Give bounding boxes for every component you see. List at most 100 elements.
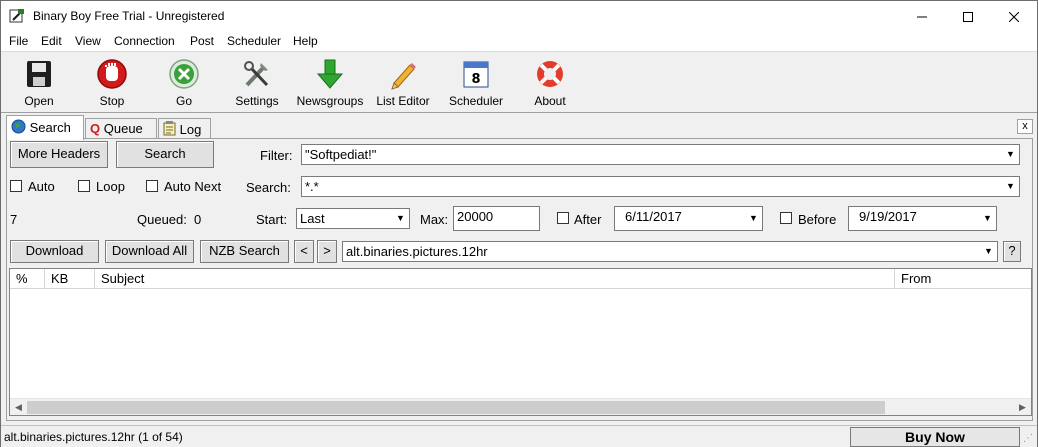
- download-arrow-icon: [316, 59, 344, 89]
- max-input[interactable]: 20000: [453, 206, 540, 231]
- globe-icon: [11, 119, 26, 134]
- calendar-date: 8: [471, 72, 480, 87]
- menu-edit[interactable]: Edit: [41, 34, 62, 48]
- floppy-disk-icon: [27, 61, 51, 87]
- go-label: Go: [175, 94, 192, 108]
- close-button[interactable]: [991, 1, 1037, 32]
- go-button[interactable]: Go: [167, 58, 201, 110]
- filter-combo[interactable]: "Softpediat!" ▼: [301, 144, 1020, 165]
- filter-label: Filter:: [260, 148, 293, 163]
- search-combo[interactable]: *.* ▼: [301, 176, 1020, 197]
- scroll-left-icon[interactable]: ◀: [10, 399, 27, 416]
- close-icon: [1009, 11, 1019, 22]
- search-label: Search:: [246, 180, 291, 195]
- after-date-picker[interactable]: 6/11/2017 ▼: [614, 206, 763, 231]
- scrollbar-thumb[interactable]: [27, 401, 885, 414]
- chevron-down-icon[interactable]: ▼: [979, 207, 996, 230]
- menu-scheduler[interactable]: Scheduler: [227, 34, 281, 48]
- stop-label: Stop: [99, 94, 125, 108]
- minimize-button[interactable]: [899, 1, 945, 32]
- results-grid[interactable]: % KB Subject From ◀ ▶: [9, 268, 1032, 416]
- menu-view[interactable]: View: [75, 34, 101, 48]
- status-text: alt.binaries.pictures.12hr (1 of 54): [4, 430, 183, 444]
- lifebuoy-icon: [537, 61, 563, 87]
- next-group-button[interactable]: >: [317, 240, 337, 263]
- column-kb[interactable]: KB: [45, 269, 95, 289]
- download-all-button[interactable]: Download All: [105, 240, 194, 263]
- tab-search[interactable]: Search: [6, 115, 84, 140]
- column-percent[interactable]: %: [10, 269, 45, 289]
- go-circle-icon: [169, 59, 199, 89]
- search-button[interactable]: Search: [116, 141, 214, 168]
- title-bar: Binary Boy Free Trial - Unregistered: [1, 1, 1037, 32]
- open-button[interactable]: Open: [18, 58, 60, 110]
- menu-help[interactable]: Help: [293, 34, 318, 48]
- max-label: Max:: [420, 212, 449, 227]
- calendar-icon: 8: [463, 61, 489, 88]
- horizontal-scrollbar[interactable]: ◀ ▶: [10, 398, 1031, 415]
- tab-search-label: Search: [29, 120, 71, 135]
- loop-label: Loop: [96, 179, 125, 194]
- newsgroup-value: alt.binaries.pictures.12hr: [346, 244, 488, 259]
- auto-label: Auto: [28, 179, 55, 194]
- nzb-search-button[interactable]: NZB Search: [200, 240, 289, 263]
- resize-grip-icon[interactable]: ⋰: [1023, 433, 1035, 445]
- newsgroups-button[interactable]: Newsgroups: [296, 58, 364, 110]
- open-label: Open: [24, 94, 54, 108]
- column-from[interactable]: From: [895, 269, 1031, 289]
- after-checkbox[interactable]: [557, 212, 569, 224]
- chevron-down-icon[interactable]: ▼: [1002, 177, 1019, 196]
- tab-strip: Search Q Queue Log x: [1, 115, 1037, 140]
- queued-value: 0: [194, 212, 202, 227]
- after-date-value: 6/11/2017: [625, 209, 682, 224]
- grid-header: % KB Subject From: [10, 269, 1031, 289]
- newsgroup-combo[interactable]: alt.binaries.pictures.12hr ▼: [342, 241, 998, 262]
- stop-button[interactable]: Stop: [92, 58, 132, 110]
- app-icon: [9, 9, 24, 23]
- toolbar: Open Stop Go Settings Newsgroups List Ed…: [1, 53, 1037, 113]
- buy-now-button[interactable]: Buy Now: [850, 427, 1020, 447]
- window-title: Binary Boy Free Trial - Unregistered: [33, 9, 225, 23]
- chevron-down-icon[interactable]: ▼: [745, 207, 762, 230]
- queue-icon: Q: [90, 121, 101, 136]
- maximize-icon: [963, 11, 973, 22]
- pencil-icon: [391, 63, 416, 90]
- tab-queue-label: Queue: [103, 121, 143, 136]
- scroll-right-icon[interactable]: ▶: [1014, 399, 1031, 416]
- settings-label: Settings: [235, 94, 279, 108]
- scheduler-button[interactable]: 8 Scheduler: [449, 58, 503, 110]
- before-checkbox[interactable]: [780, 212, 792, 224]
- auto-checkbox[interactable]: [10, 180, 22, 192]
- chevron-down-icon[interactable]: ▼: [392, 209, 409, 228]
- tab-log[interactable]: Log: [158, 118, 211, 139]
- list-editor-button[interactable]: List Editor: [375, 58, 431, 110]
- help-button[interactable]: ?: [1003, 241, 1021, 262]
- tab-queue[interactable]: Q Queue: [85, 118, 157, 139]
- about-button[interactable]: About: [530, 58, 570, 110]
- menu-bar: File Edit View Connection Post Scheduler…: [1, 32, 1037, 52]
- start-label: Start:: [256, 212, 288, 227]
- before-date-value: 9/19/2017: [859, 209, 917, 224]
- newsgroups-label: Newsgroups: [296, 94, 364, 108]
- close-tab-button[interactable]: x: [1017, 119, 1033, 134]
- maximize-button[interactable]: [945, 1, 991, 32]
- menu-file[interactable]: File: [9, 34, 28, 48]
- column-subject[interactable]: Subject: [95, 269, 895, 289]
- download-button[interactable]: Download: [10, 240, 99, 263]
- tools-icon: [244, 61, 269, 87]
- more-headers-button[interactable]: More Headers: [10, 141, 108, 168]
- settings-button[interactable]: Settings: [234, 58, 280, 110]
- auto-next-checkbox[interactable]: [146, 180, 158, 192]
- tab-log-label: Log: [179, 122, 202, 137]
- status-bar: alt.binaries.pictures.12hr (1 of 54) Buy…: [1, 425, 1037, 447]
- menu-connection[interactable]: Connection: [114, 34, 175, 48]
- about-label: About: [534, 94, 566, 108]
- chevron-down-icon[interactable]: ▼: [980, 242, 997, 261]
- menu-post[interactable]: Post: [190, 34, 214, 48]
- loop-checkbox[interactable]: [78, 180, 90, 192]
- before-date-picker[interactable]: 9/19/2017 ▼: [848, 206, 997, 231]
- prev-group-button[interactable]: <: [294, 240, 314, 263]
- start-value: Last: [300, 211, 325, 226]
- chevron-down-icon[interactable]: ▼: [1002, 145, 1019, 164]
- start-select[interactable]: Last ▼: [296, 208, 410, 229]
